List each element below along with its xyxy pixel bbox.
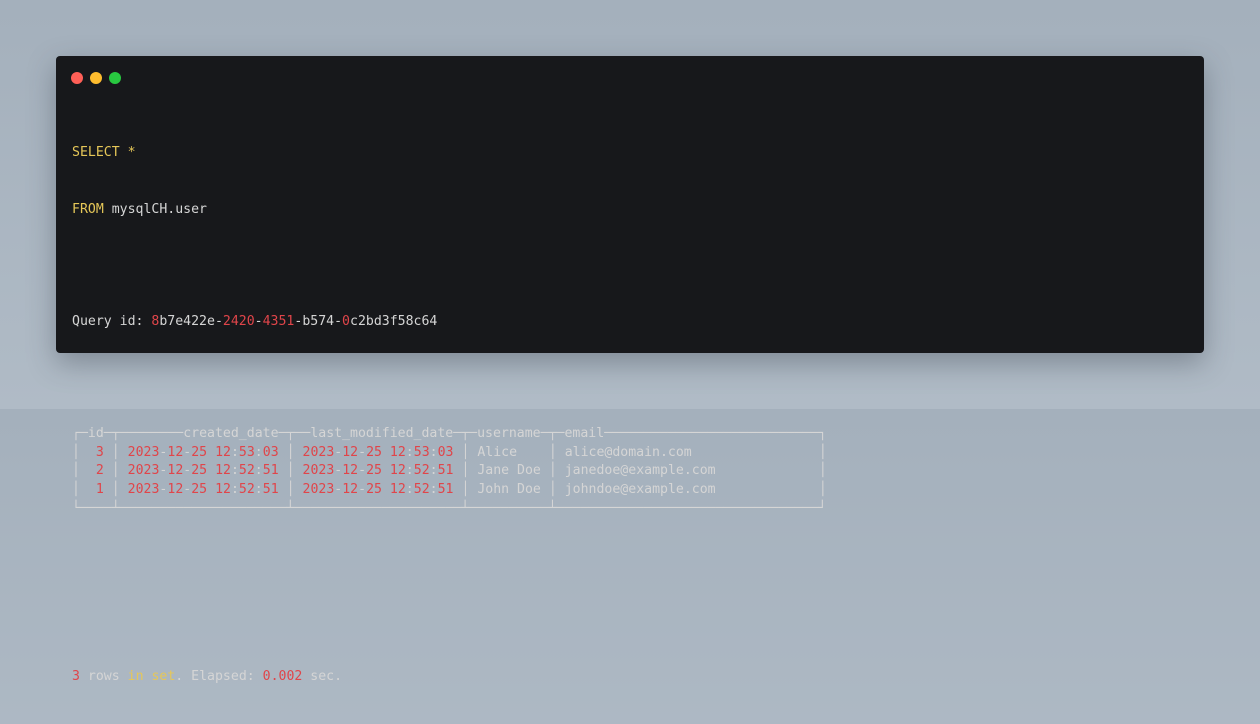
elapsed-unit: sec. (310, 668, 343, 684)
select-star: * (127, 145, 136, 161)
set-word: set (151, 668, 176, 684)
close-icon[interactable] (71, 72, 83, 84)
terminal-output[interactable]: SELECT * FROM mysqlCH.user Query id: 8b7… (72, 107, 827, 724)
column-header-id: id (87, 425, 104, 441)
cell-last-modified-date: 2023-12-25 12:52:51 (302, 481, 454, 497)
terminal-window: SELECT * FROM mysqlCH.user Query id: 8b7… (56, 56, 1204, 684)
cell-id: 1 (95, 481, 104, 497)
maximize-icon[interactable] (109, 72, 121, 84)
cell-username: Jane Doe (477, 463, 541, 479)
in-word: in (127, 668, 144, 684)
table-header: ┌─id─┬────────created_date─┬──last_modif… (72, 425, 827, 441)
table-row: │ 2 │ 2023-12-25 12:52:51 │ 2023-12-25 1… (72, 463, 827, 479)
cell-email: janedoe@example.com (564, 463, 716, 479)
summary-line: 3 rows in set. Elapsed: 0.002 sec. (72, 668, 827, 687)
table-row: │ 3 │ 2023-12-25 12:53:03 │ 2023-12-25 1… (72, 444, 827, 460)
cell-last-modified-date: 2023-12-25 12:52:51 (302, 463, 454, 479)
query-id-value: 8b7e422e-2420-4351-b574-0c2bd3f58c64 (151, 313, 438, 329)
column-header-username: username (477, 425, 541, 441)
window-controls (71, 72, 121, 84)
cell-created-date: 2023-12-25 12:52:51 (127, 481, 279, 497)
sql-line-select: SELECT * (72, 144, 827, 163)
minimize-icon[interactable] (90, 72, 102, 84)
elapsed-value: 0.002 (262, 668, 303, 684)
cell-email: alice@domain.com (564, 444, 692, 460)
cell-email: johndoe@example.com (564, 481, 716, 497)
table-row: │ 1 │ 2023-12-25 12:52:51 │ 2023-12-25 1… (72, 481, 827, 497)
select-keyword: SELECT (72, 145, 120, 161)
column-header-last-modified-date: last_modified_date (310, 425, 454, 441)
cell-last-modified-date: 2023-12-25 12:53:03 (302, 444, 454, 460)
row-count: 3 (72, 668, 80, 684)
cell-id: 2 (95, 463, 104, 479)
table-name: mysqlCH.user (111, 201, 207, 217)
query-id-label: Query id: (72, 313, 152, 329)
from-keyword: FROM (72, 201, 104, 217)
elapsed-label: . Elapsed: (175, 668, 263, 684)
cell-username: Alice (477, 444, 518, 460)
cell-username: John Doe (477, 481, 541, 497)
column-header-created-date: created_date (183, 425, 279, 441)
cell-created-date: 2023-12-25 12:53:03 (127, 444, 279, 460)
table-footer: └────┴─────────────────────┴────────────… (72, 500, 827, 516)
sql-line-from: FROM mysqlCH.user (72, 201, 827, 220)
result-table: ┌─id─┬────────created_date─┬──last_modif… (72, 425, 827, 518)
rows-word: rows (87, 668, 120, 684)
cell-created-date: 2023-12-25 12:52:51 (127, 463, 279, 479)
cell-id: 3 (95, 444, 104, 460)
column-header-email: email (564, 425, 605, 441)
query-id-line: Query id: 8b7e422e-2420-4351-b574-0c2bd3… (72, 313, 827, 332)
